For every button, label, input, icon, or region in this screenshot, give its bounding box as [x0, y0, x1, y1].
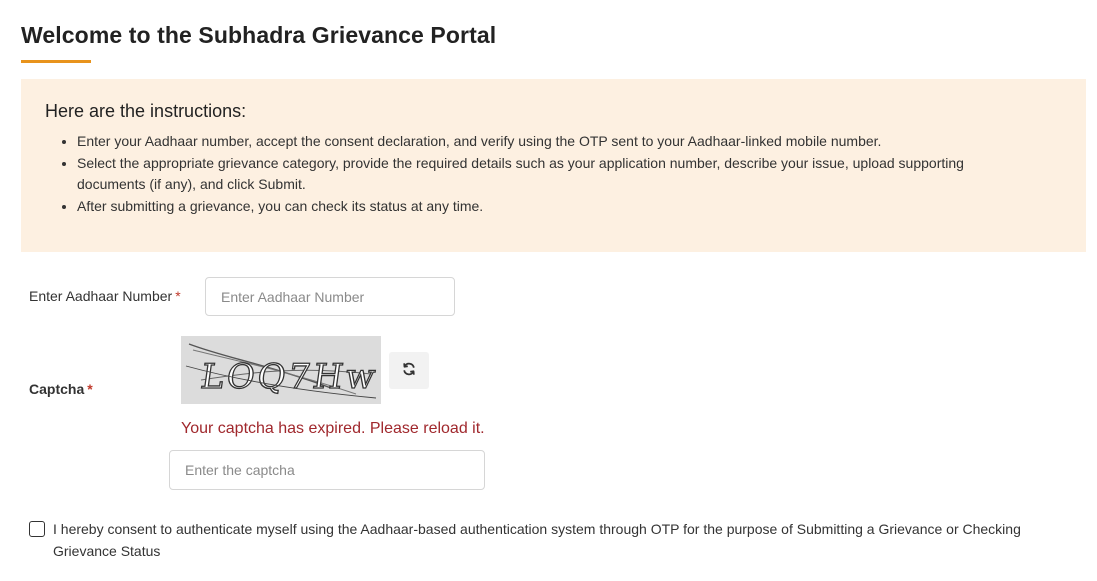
refresh-captcha-button[interactable] — [389, 352, 429, 389]
instructions-list: Enter your Aadhaar number, accept the co… — [57, 131, 1027, 217]
refresh-icon — [402, 362, 416, 379]
instruction-item: After submitting a grievance, you can ch… — [77, 196, 1027, 218]
required-marker: * — [175, 288, 181, 304]
captcha-image-graphic: LOQ7Hw — [181, 336, 381, 404]
consent-text: I hereby consent to authenticate myself … — [53, 521, 1021, 559]
instructions-panel: Here are the instructions: Enter your Aa… — [21, 79, 1086, 252]
title-underline — [21, 60, 91, 63]
aadhaar-label: Enter Aadhaar Number * — [29, 288, 181, 304]
instruction-item: Enter your Aadhaar number, accept the co… — [77, 131, 1027, 153]
captcha-error-message: Your captcha has expired. Please reload … — [181, 420, 485, 437]
required-marker: * — [87, 381, 93, 397]
instruction-item: Select the appropriate grievance categor… — [77, 153, 1027, 196]
aadhaar-label-text: Enter Aadhaar Number — [29, 288, 173, 304]
instructions-heading: Here are the instructions: — [45, 101, 247, 121]
captcha-label-text: Captcha — [29, 381, 85, 397]
aadhaar-input[interactable] — [205, 277, 455, 316]
captcha-input[interactable] — [169, 450, 485, 490]
captcha-image: LOQ7Hw — [181, 336, 381, 404]
page-title: Welcome to the Subhadra Grievance Portal — [21, 22, 497, 48]
consent-checkbox[interactable] — [29, 521, 45, 537]
svg-text:LOQ7Hw: LOQ7Hw — [198, 357, 380, 397]
captcha-label: Captcha * — [29, 381, 93, 397]
